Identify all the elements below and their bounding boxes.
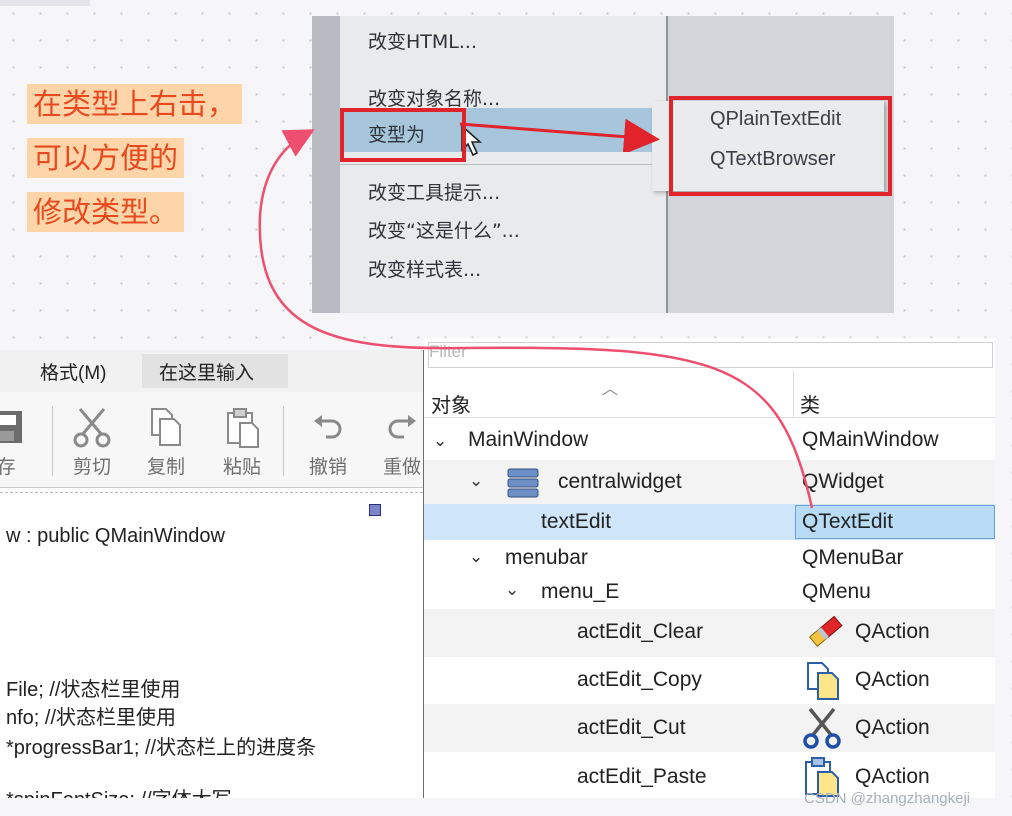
watermark: CSDN @zhangzhangkeji: [804, 790, 971, 807]
annotation-connector-arrow: [258, 129, 814, 509]
